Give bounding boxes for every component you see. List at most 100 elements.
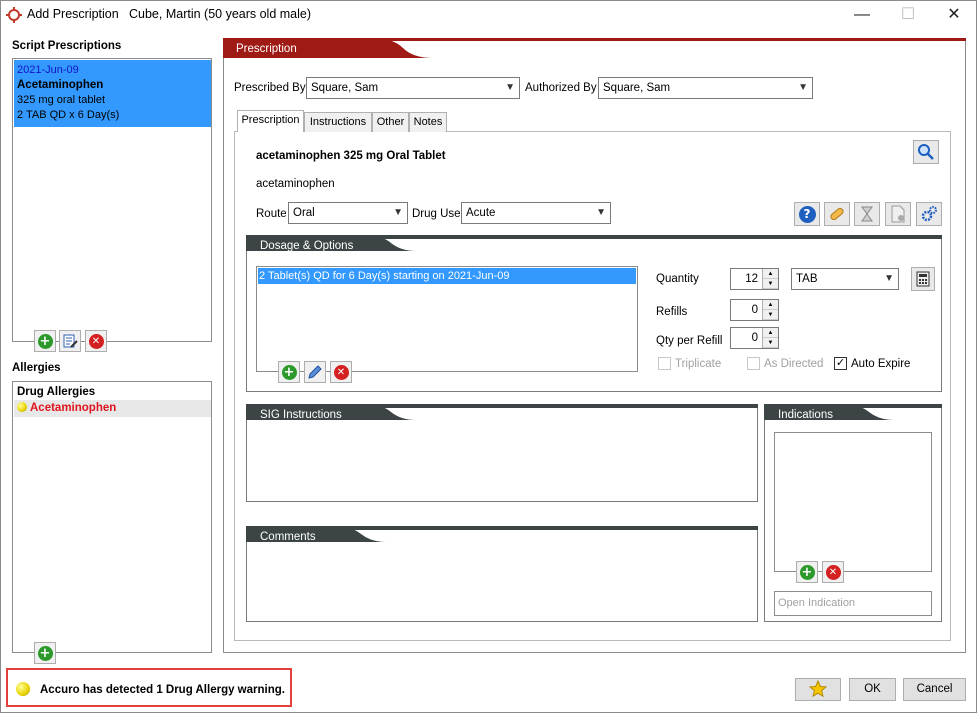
delete-dosage-button[interactable]: ✕	[330, 361, 352, 383]
delete-script-button[interactable]: ✕	[85, 330, 107, 352]
as-directed-checkbox[interactable]	[747, 357, 760, 370]
spin-down-icon[interactable]: ▼	[763, 338, 778, 348]
dosage-options-header: Dosage & Options	[260, 240, 354, 252]
prescription-window: Add Prescription Cube, Martin (50 years …	[0, 0, 977, 713]
quantity-value: 12	[745, 273, 758, 285]
magnifier-icon	[918, 144, 934, 160]
unit-select[interactable]: TAB ▼	[791, 268, 899, 290]
auto-expire-label: Auto Expire	[851, 358, 911, 370]
spin-up-icon[interactable]: ▲	[763, 269, 778, 279]
title-bar: Add Prescription Cube, Martin (50 years …	[1, 1, 976, 29]
dosage-item[interactable]: 2 Tablet(s) QD for 6 Day(s) starting on …	[258, 268, 636, 284]
drug-use-select[interactable]: Acute ▼	[461, 202, 611, 224]
document-add-icon	[891, 205, 905, 223]
allergies-list[interactable]: Drug Allergies Acetaminophen	[12, 381, 212, 653]
patient-info: Cube, Martin (50 years old male)	[129, 7, 312, 21]
delete-icon: ✕	[825, 564, 841, 580]
minimize-button[interactable]: —	[839, 1, 885, 29]
spin-down-icon[interactable]: ▼	[763, 310, 778, 320]
qty-per-refill-stepper[interactable]: 0 ▲ ▼	[730, 327, 779, 349]
spin-down-icon[interactable]: ▼	[763, 279, 778, 289]
spin-up-icon[interactable]: ▲	[763, 300, 778, 310]
drug-use-value: Acute	[466, 207, 496, 219]
prescribed-by-label: Prescribed By	[234, 82, 306, 94]
qty-per-refill-label: Qty per Refill	[656, 335, 723, 347]
qty-per-refill-value: 0	[751, 332, 758, 344]
tab-instructions[interactable]: Instructions	[304, 112, 372, 132]
add-indication-button[interactable]: +	[796, 561, 818, 583]
maximize-button[interactable]: ☐	[885, 1, 931, 29]
sig-instructions-header: SIG Instructions	[260, 409, 342, 421]
as-directed-label: As Directed	[764, 358, 824, 370]
triplicate-label: Triplicate	[675, 358, 722, 370]
script-sig: 2 TAB QD x 6 Day(s)	[17, 109, 120, 121]
tab-notes[interactable]: Notes	[409, 112, 447, 132]
authorized-by-value: Square, Sam	[603, 82, 671, 94]
edit-dosage-button[interactable]	[304, 361, 326, 383]
add-document-button[interactable]	[885, 202, 911, 226]
edit-script-button[interactable]	[59, 330, 81, 352]
refills-label: Refills	[656, 306, 688, 318]
window-title: Add Prescription	[27, 7, 119, 21]
spin-buttons[interactable]: ▲ ▼	[762, 269, 778, 289]
script-date: 2021-Jun-09	[17, 64, 79, 76]
allergy-item[interactable]: Acetaminophen	[14, 400, 211, 417]
tab-other[interactable]: Other	[372, 112, 409, 132]
route-value: Oral	[293, 207, 315, 219]
refills-stepper[interactable]: 0 ▲ ▼	[730, 299, 779, 321]
open-indication-input[interactable]: Open Indication	[774, 591, 932, 616]
hourglass-button[interactable]	[854, 202, 880, 226]
auto-expire-checkbox[interactable]: ✓	[834, 357, 847, 370]
allergy-name: Acetaminophen	[30, 402, 117, 414]
spin-buttons[interactable]: ▲ ▼	[762, 328, 778, 348]
spin-up-icon[interactable]: ▲	[763, 328, 778, 338]
delete-icon: ✕	[88, 333, 104, 349]
allergy-warning-text: Accuro has detected 1 Drug Allergy warni…	[40, 684, 285, 696]
prescription-header-shape	[223, 38, 966, 58]
prescribed-by-select[interactable]: Square, Sam ▼	[306, 77, 520, 99]
settings-button[interactable]	[916, 202, 942, 226]
indications-list[interactable]	[774, 432, 932, 572]
add-allergy-button[interactable]: +	[34, 642, 56, 664]
help-button[interactable]: ?	[794, 202, 820, 226]
hourglass-icon	[861, 206, 873, 222]
spin-buttons[interactable]: ▲ ▼	[762, 300, 778, 320]
chevron-down-icon: ▼	[596, 207, 606, 218]
search-drug-button[interactable]	[913, 140, 939, 164]
quantity-stepper[interactable]: 12 ▲ ▼	[730, 268, 779, 290]
route-label: Route	[256, 208, 287, 220]
help-icon: ?	[798, 205, 816, 223]
dosage-list[interactable]: 2 Tablet(s) QD for 6 Day(s) starting on …	[256, 266, 638, 372]
warning-dot-icon	[17, 402, 27, 412]
calculator-button[interactable]	[911, 267, 935, 291]
delete-indication-button[interactable]: ✕	[822, 561, 844, 583]
delete-icon: ✕	[333, 364, 349, 380]
chevron-down-icon: ▼	[884, 273, 894, 284]
drug-use-label: Drug Use	[412, 208, 461, 220]
script-prescription-item[interactable]: 2021-Jun-09 Acetaminophen 325 mg oral ta…	[14, 60, 211, 127]
plus-icon: +	[281, 364, 297, 380]
unit-value: TAB	[796, 273, 818, 285]
script-strength: 325 mg oral tablet	[17, 94, 106, 106]
close-button[interactable]: ✕	[931, 1, 977, 29]
script-prescriptions-list[interactable]: 2021-Jun-09 Acetaminophen 325 mg oral ta…	[12, 58, 212, 342]
tab-prescription[interactable]: Prescription	[237, 110, 304, 132]
indications-header: Indications	[778, 409, 833, 421]
route-select[interactable]: Oral ▼	[288, 202, 408, 224]
add-script-button[interactable]: +	[34, 330, 56, 352]
cancel-button[interactable]: Cancel	[903, 678, 966, 701]
edit-document-icon	[63, 334, 78, 348]
pill-button[interactable]	[824, 202, 850, 226]
favorite-button[interactable]	[795, 678, 841, 701]
crosshair-app-icon	[6, 7, 22, 23]
prescribed-by-value: Square, Sam	[311, 82, 379, 94]
ok-button[interactable]: OK	[849, 678, 896, 701]
gears-icon	[921, 206, 937, 222]
add-dosage-button[interactable]: +	[278, 361, 300, 383]
allergies-label: Allergies	[12, 362, 61, 374]
comments-header: Comments	[260, 531, 316, 543]
authorized-by-select[interactable]: Square, Sam ▼	[598, 77, 813, 99]
drug-generic-name: acetaminophen	[256, 178, 335, 190]
script-prescriptions-label: Script Prescriptions	[12, 40, 122, 52]
triplicate-checkbox[interactable]	[658, 357, 671, 370]
